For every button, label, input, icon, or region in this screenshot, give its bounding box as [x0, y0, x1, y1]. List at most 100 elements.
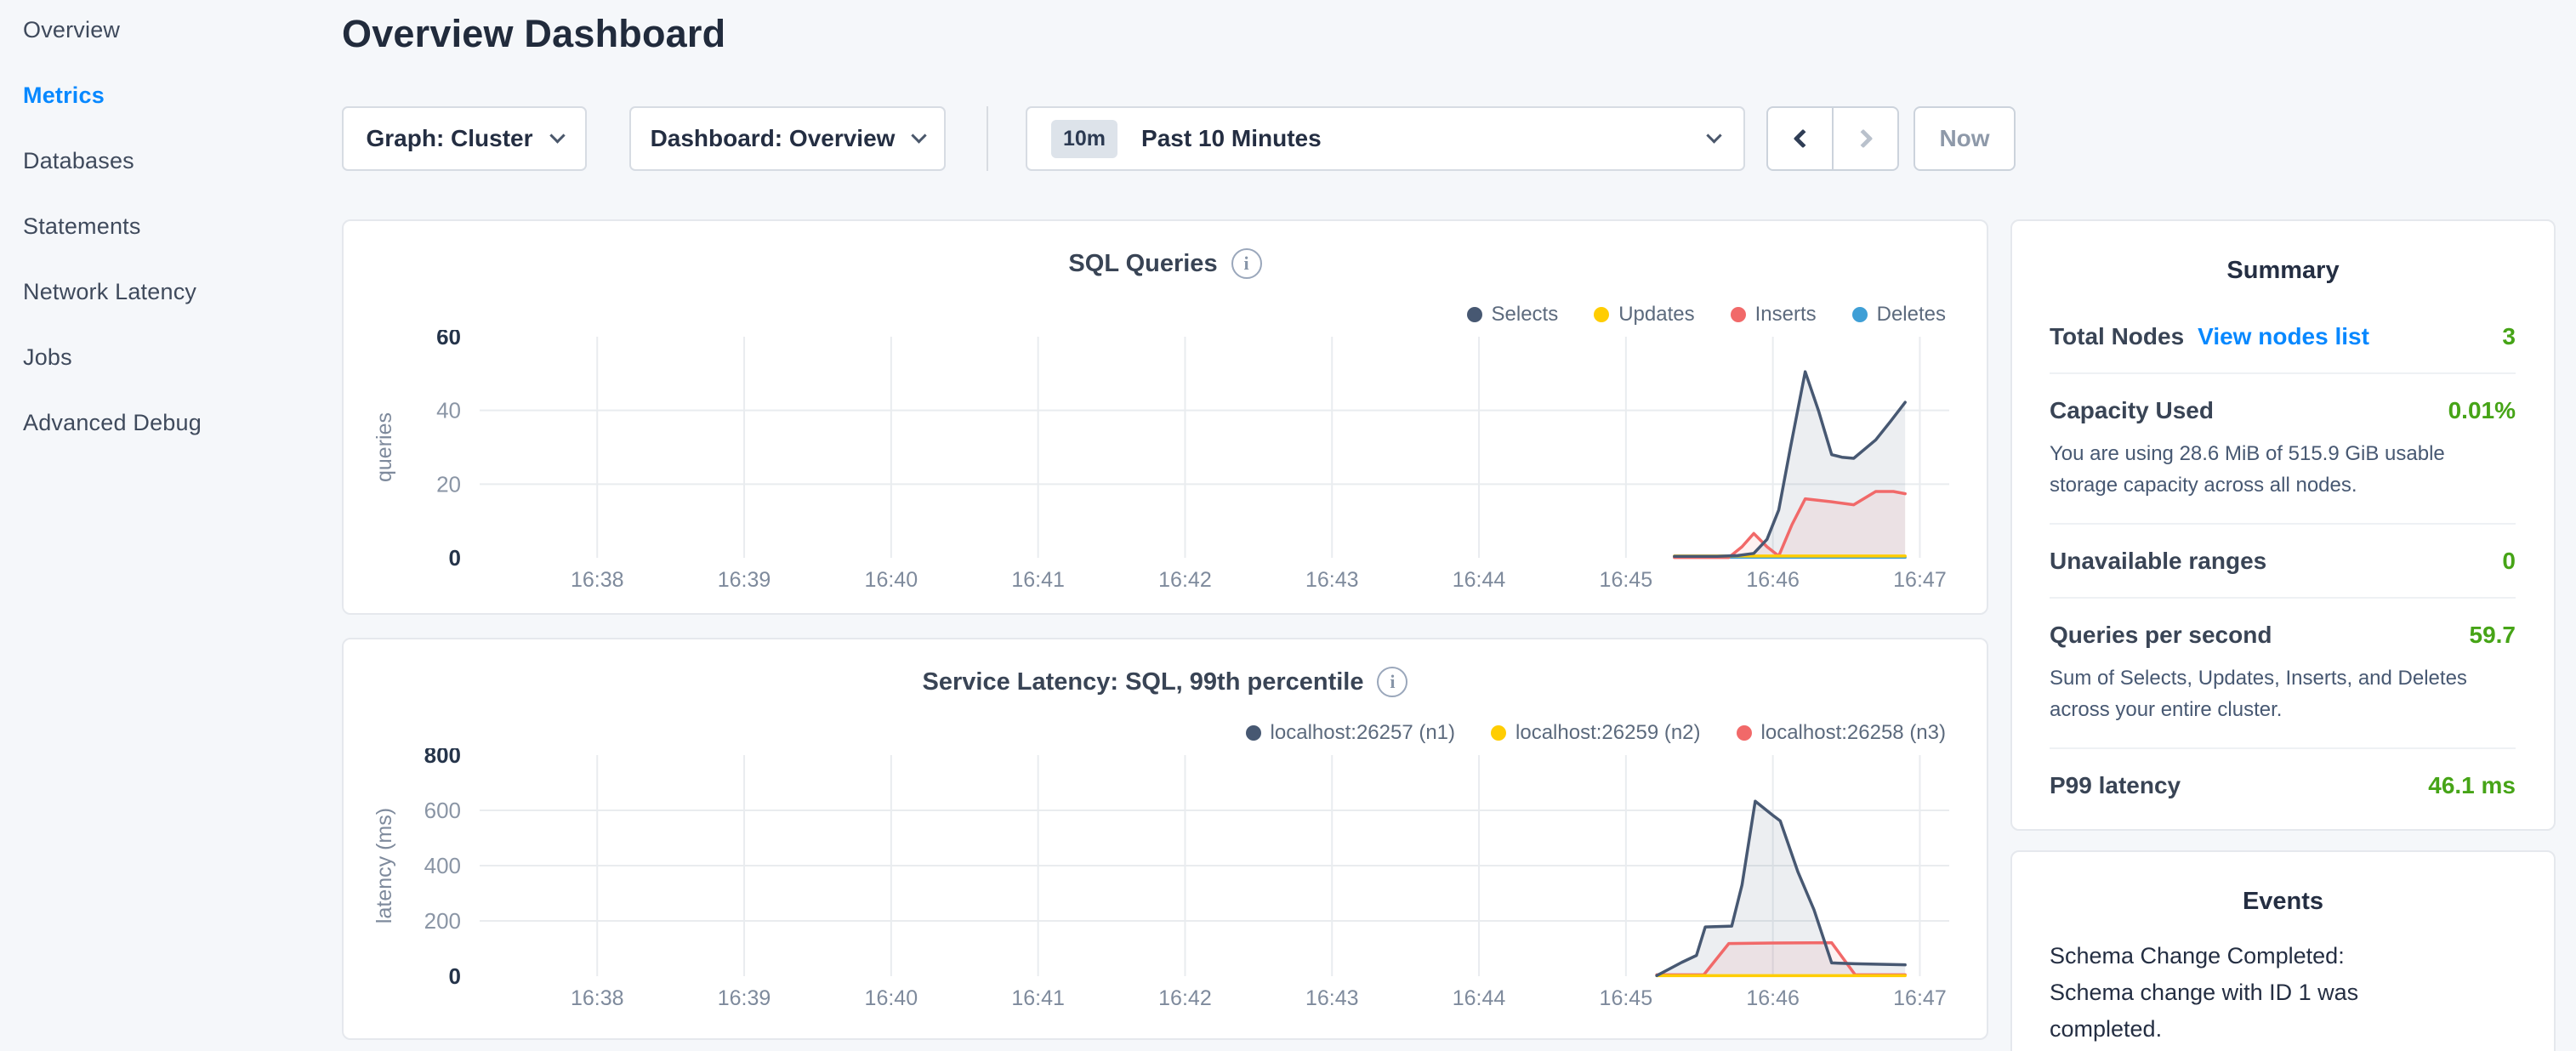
- legend-label: Deletes: [1876, 303, 1946, 326]
- service-latency-chart-card: Service Latency: SQL, 99th percentile i …: [342, 638, 1988, 1040]
- svg-text:16:46: 16:46: [1746, 568, 1800, 592]
- summary-row-value: 0: [2502, 548, 2516, 574]
- svg-text:16:47: 16:47: [1893, 986, 1947, 1010]
- svg-text:16:42: 16:42: [1158, 568, 1212, 592]
- summary-row-note: Sum of Selects, Updates, Inserts, and De…: [2050, 667, 2467, 721]
- svg-text:16:41: 16:41: [1011, 568, 1065, 592]
- events-panel: Events Schema Change Completed: Schema c…: [2010, 850, 2556, 1051]
- legend-item: Inserts: [1730, 303, 1817, 327]
- legend-dot-icon: [1245, 725, 1261, 741]
- time-forward-button[interactable]: [1832, 108, 1897, 169]
- sidebar-item-statements[interactable]: Statements: [23, 215, 329, 238]
- sidebar-item-metrics[interactable]: Metrics: [23, 84, 329, 107]
- legend-item: localhost:26257 (n1): [1245, 721, 1456, 745]
- sidebar-item-advanced-debug[interactable]: Advanced Debug: [23, 412, 329, 435]
- svg-text:600: 600: [424, 798, 461, 823]
- chevron-down-icon: [911, 127, 928, 144]
- svg-text:20: 20: [436, 471, 461, 497]
- svg-text:200: 200: [424, 908, 461, 934]
- legend-label: Selects: [1491, 303, 1559, 326]
- legend-item: localhost:26258 (n3): [1736, 721, 1946, 745]
- chevron-left-icon: [1793, 128, 1812, 149]
- graph-dropdown[interactable]: Graph: Cluster: [342, 106, 587, 171]
- chart-legend: localhost:26257 (n1) localhost:26259 (n2)…: [1245, 721, 1946, 745]
- dashboard-dropdown[interactable]: Dashboard: Overview: [629, 106, 946, 171]
- legend-dot-icon: [1466, 307, 1482, 322]
- summary-row-note: You are using 28.6 MiB of 515.9 GiB usab…: [2050, 442, 2445, 497]
- summary-row-value: 0.01%: [2448, 397, 2516, 423]
- legend-label: Updates: [1618, 303, 1695, 326]
- chart-plot[interactable]: 16:38 16:39 16:40 16:41 16:42 16:43 16:44 16:45…: [344, 324, 1990, 611]
- summary-row-value: 46.1 ms: [2428, 772, 2516, 798]
- svg-text:16:42: 16:42: [1158, 986, 1212, 1010]
- legend-label: Inserts: [1754, 303, 1817, 326]
- sidebar-nav: Overview Metrics Databases Statements Networ…: [23, 19, 329, 477]
- svg-text:800: 800: [424, 748, 461, 768]
- time-range-label: Past 10 Minutes: [1141, 125, 1322, 151]
- svg-text:16:40: 16:40: [865, 568, 918, 592]
- summary-row-label: Queries per second: [2050, 622, 2272, 648]
- chart-legend: Selects Updates Inserts Deletes: [1466, 303, 1946, 327]
- svg-text:16:45: 16:45: [1600, 568, 1653, 592]
- svg-text:16:38: 16:38: [571, 568, 624, 592]
- sidebar-item-overview[interactable]: Overview: [23, 19, 329, 42]
- svg-text:16:39: 16:39: [718, 986, 771, 1010]
- now-button[interactable]: Now: [1914, 106, 2016, 171]
- now-button-label: Now: [1939, 125, 1990, 151]
- page-title: Overview Dashboard: [342, 12, 726, 55]
- events-title: Events: [2242, 888, 2324, 915]
- svg-text:16:39: 16:39: [718, 568, 771, 592]
- time-back-button[interactable]: [1768, 108, 1832, 169]
- graph-dropdown-label: Graph: Cluster: [366, 125, 533, 151]
- svg-text:16:45: 16:45: [1600, 986, 1653, 1010]
- legend-dot-icon: [1736, 725, 1752, 741]
- summary-title: Summary: [2226, 257, 2340, 284]
- legend-dot-icon: [1491, 725, 1507, 741]
- chart-plot[interactable]: 16:38 16:39 16:40 16:41 16:42 16:43 16:44 16:45…: [344, 742, 1990, 1029]
- summary-row-label: Capacity Used: [2050, 397, 2214, 423]
- svg-text:16:46: 16:46: [1746, 986, 1800, 1010]
- legend-label: localhost:26257 (n1): [1270, 721, 1456, 744]
- svg-text:40: 40: [436, 398, 461, 423]
- svg-text:16:38: 16:38: [571, 986, 624, 1010]
- summary-rows: Total Nodes View nodes list 3 Capacity Used…: [2012, 285, 2554, 821]
- svg-text:400: 400: [424, 853, 461, 878]
- legend-item: localhost:26259 (n2): [1491, 721, 1701, 745]
- summary-row-label: P99 latency: [2050, 772, 2181, 798]
- summary-row-value: 3: [2502, 323, 2516, 349]
- svg-text:60: 60: [436, 330, 461, 349]
- sidebar-item-jobs[interactable]: Jobs: [23, 346, 329, 369]
- time-step-group: [1766, 106, 1899, 171]
- summary-row: Queries per second 59.7 Sum of Selects, Up…: [2050, 599, 2516, 747]
- view-nodes-list-link[interactable]: View nodes list: [2198, 323, 2369, 350]
- summary-row: Total Nodes View nodes list 3: [2050, 300, 2516, 372]
- chevron-right-icon: [1853, 128, 1873, 149]
- chevron-down-icon: [1706, 127, 1722, 144]
- time-range-dropdown[interactable]: 10m Past 10 Minutes: [1026, 106, 1745, 171]
- svg-text:16:44: 16:44: [1453, 986, 1506, 1010]
- sql-queries-chart-card: SQL Queries i Selects Updates Inserts Delet…: [342, 219, 1988, 615]
- legend-dot-icon: [1851, 307, 1868, 322]
- legend-dot-icon: [1730, 307, 1746, 322]
- info-icon[interactable]: i: [1231, 248, 1262, 279]
- legend-label: localhost:26259 (n2): [1515, 721, 1701, 744]
- event-item[interactable]: Schema Change Completed: Schema change w…: [2050, 938, 2516, 1051]
- info-icon[interactable]: i: [1377, 667, 1408, 697]
- summary-row-value: 59.7: [2469, 622, 2516, 648]
- svg-text:0: 0: [449, 545, 461, 571]
- legend-item: Updates: [1594, 303, 1695, 327]
- svg-text:0: 0: [449, 963, 461, 989]
- chart-title: SQL Queries: [1068, 249, 1218, 277]
- sidebar-item-network-latency[interactable]: Network Latency: [23, 281, 329, 304]
- summary-panel: Summary Total Nodes View nodes list 3 Capac…: [2010, 219, 2556, 831]
- legend-item: Selects: [1466, 303, 1559, 327]
- summary-row: Unavailable ranges 0: [2050, 525, 2516, 597]
- svg-text:queries: queries: [372, 412, 396, 482]
- summary-row: P99 latency 46.1 ms: [2050, 749, 2516, 821]
- sidebar-item-databases[interactable]: Databases: [23, 150, 329, 173]
- events-list: Schema Change Completed: Schema change w…: [2012, 916, 2554, 1051]
- summary-row-label: Total Nodes: [2050, 323, 2185, 349]
- svg-text:16:47: 16:47: [1893, 568, 1947, 592]
- divider: [987, 106, 988, 171]
- legend-dot-icon: [1594, 307, 1610, 322]
